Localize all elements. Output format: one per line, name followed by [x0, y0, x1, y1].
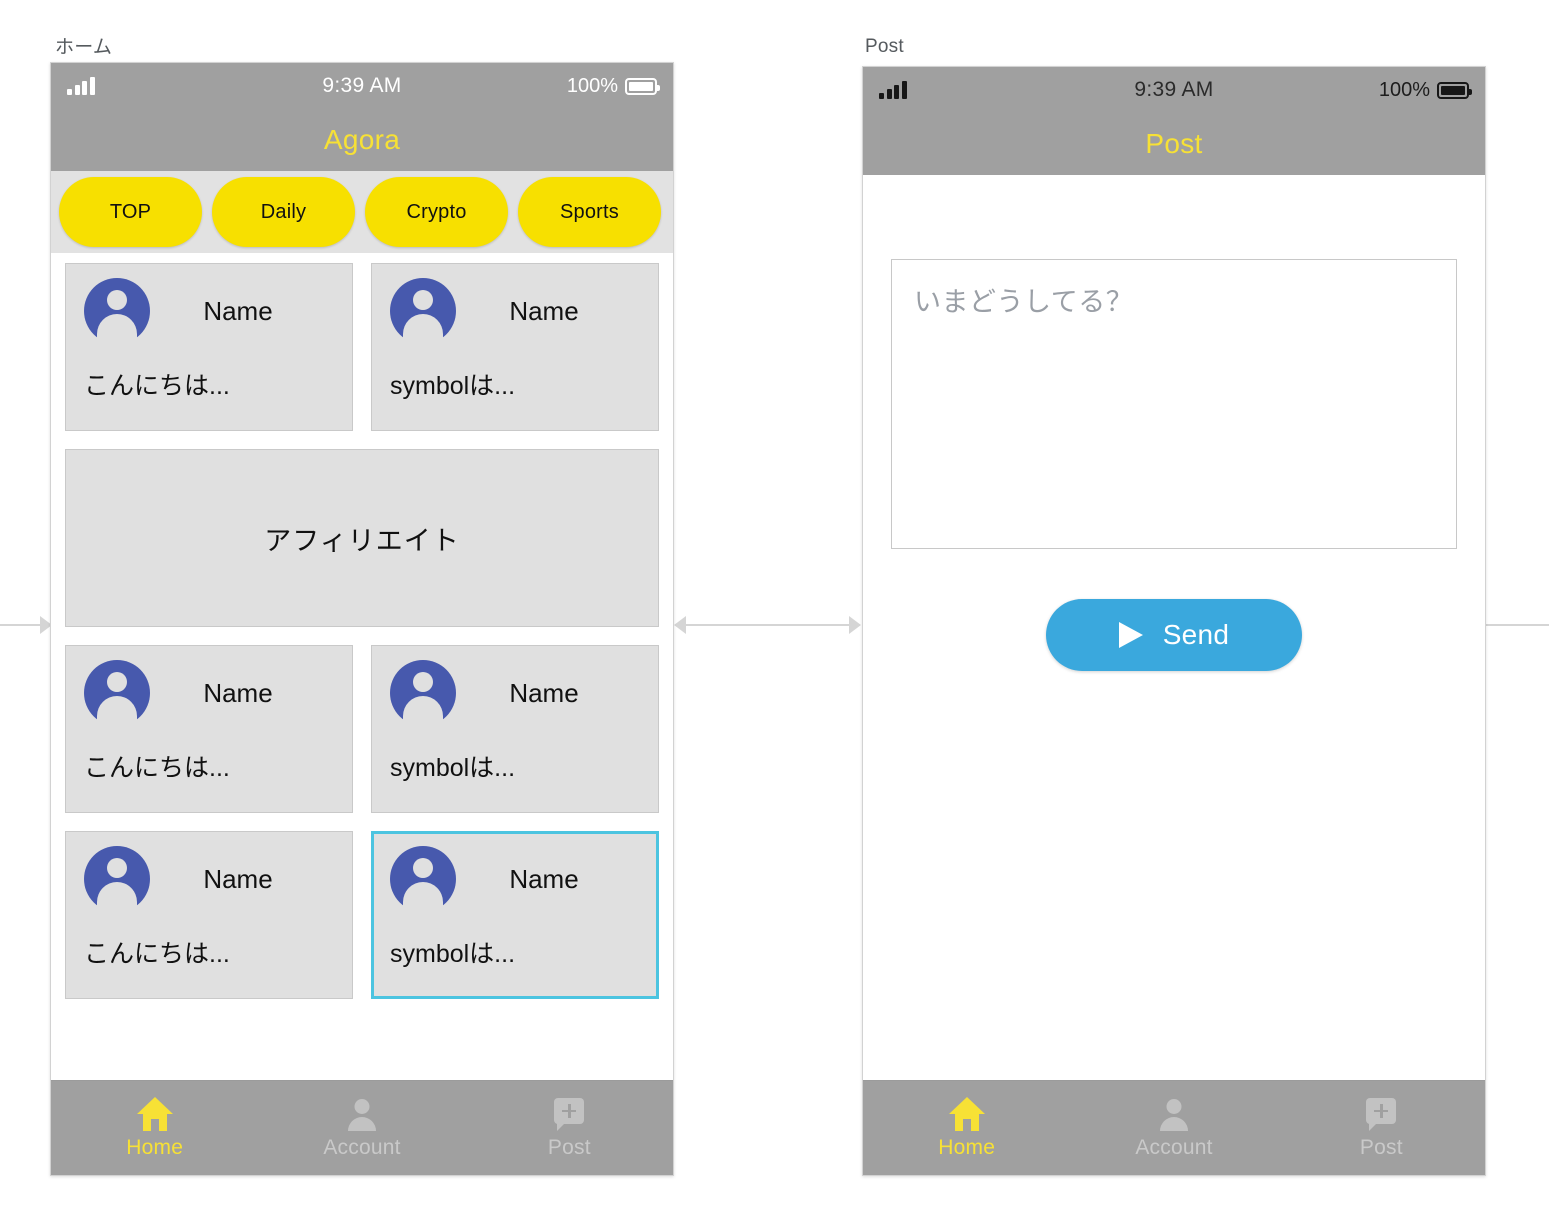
- post-card-body: こんにちは...: [84, 940, 230, 968]
- status-right-group: 100%: [1378, 78, 1472, 102]
- affiliate-banner[interactable]: アフィリエイト: [65, 449, 659, 627]
- post-author-name: Name: [203, 863, 273, 894]
- post-card-selected[interactable]: Name symbolは...: [371, 831, 659, 999]
- status-bar-home: 9:39 AM 100%: [51, 63, 673, 109]
- bottom-tab-label: Home: [938, 1135, 996, 1159]
- compose-area: いまどうしてる？ Send: [863, 175, 1485, 1080]
- avatar-icon: [84, 278, 150, 344]
- post-card-header: Name: [390, 846, 640, 912]
- post-author-name: Name: [509, 295, 579, 326]
- bottom-tab-label: Account: [1135, 1135, 1213, 1159]
- post-card-header: Name: [84, 846, 334, 912]
- avatar-icon: [390, 278, 456, 344]
- account-icon: [1156, 1097, 1192, 1131]
- nav-header-home: Agora: [51, 109, 673, 171]
- post-card-row: Name こんにちは... Name symbolは...: [65, 263, 659, 431]
- send-button-label: Send: [1162, 619, 1230, 650]
- category-tab-label: TOP: [109, 200, 152, 223]
- connector-arrow-into-home: [0, 616, 52, 634]
- bottom-tab-home[interactable]: Home: [51, 1097, 258, 1160]
- home-icon: [137, 1097, 173, 1131]
- post-card-header: Name: [390, 278, 640, 344]
- post-author-name: Name: [203, 677, 273, 708]
- post-card-header: Name: [84, 660, 334, 726]
- post-card-header: Name: [84, 278, 334, 344]
- bottom-tab-home[interactable]: Home: [863, 1097, 1070, 1160]
- send-button-wrap: Send: [891, 599, 1457, 671]
- battery-icon: [625, 77, 660, 95]
- post-author-name: Name: [203, 295, 273, 326]
- account-icon: [344, 1097, 380, 1131]
- battery-icon: [1437, 81, 1472, 99]
- avatar-icon: [84, 846, 150, 912]
- app-title: Agora: [323, 124, 401, 155]
- avatar-icon: [390, 660, 456, 726]
- phone-screen-home: 9:39 AM 100% Agora TOP Daily Crypto Spor…: [50, 62, 674, 1176]
- post-card-row: Name こんにちは... Name symbolは...: [65, 831, 659, 999]
- connector-line-out-post: [1484, 624, 1549, 626]
- post-card-body: こんにちは...: [84, 372, 230, 400]
- connector-arrow-home-post: [674, 616, 861, 634]
- post-card-header: Name: [390, 660, 640, 726]
- bottom-tab-bar-post: Home Account Post: [863, 1080, 1485, 1175]
- signal-bars-icon: [879, 81, 907, 99]
- phone-screen-post: 9:39 AM 100% Post いまどうしてる？ Send Home Acc…: [862, 66, 1486, 1176]
- post-card[interactable]: Name こんにちは...: [65, 263, 353, 431]
- post-feed: Name こんにちは... Name symbolは... アフィリエイト Na…: [51, 253, 673, 1080]
- home-icon: [949, 1097, 985, 1131]
- compose-placeholder: いまどうしてる？: [914, 287, 1134, 317]
- page-title: Post: [1145, 128, 1203, 159]
- category-tab-strip[interactable]: TOP Daily Crypto Sports: [51, 171, 673, 253]
- nav-header-post: Post: [863, 113, 1485, 175]
- avatar-icon: [390, 846, 456, 912]
- post-card-body: symbolは...: [390, 372, 516, 400]
- category-tab-top[interactable]: TOP: [59, 177, 202, 247]
- screen-label-post: Post: [865, 36, 904, 57]
- post-icon: [551, 1097, 587, 1131]
- post-card-body: symbolは...: [390, 754, 516, 782]
- bottom-tab-label: Account: [323, 1135, 401, 1159]
- post-card-body: こんにちは...: [84, 754, 230, 782]
- status-bar-post: 9:39 AM 100%: [863, 67, 1485, 113]
- battery-percent-label: 100%: [566, 74, 618, 97]
- signal-bars-icon: [67, 77, 95, 95]
- category-tab-label: Sports: [559, 200, 619, 223]
- post-card[interactable]: Name こんにちは...: [65, 645, 353, 813]
- bottom-tab-account[interactable]: Account: [258, 1097, 465, 1160]
- bottom-tab-label: Post: [1359, 1135, 1403, 1159]
- post-author-name: Name: [509, 863, 579, 894]
- send-icon: [1118, 622, 1143, 648]
- compose-textarea[interactable]: いまどうしてる？: [891, 259, 1457, 549]
- bottom-tab-label: Post: [547, 1135, 591, 1159]
- bottom-tab-post[interactable]: Post: [1278, 1097, 1485, 1160]
- post-author-name: Name: [509, 677, 579, 708]
- category-tab-crypto[interactable]: Crypto: [365, 177, 508, 247]
- flow-canvas: ホーム Post 9:39 AM 100% Agora TOP Daily Cr…: [0, 0, 1549, 1228]
- post-icon: [1363, 1097, 1399, 1131]
- screen-label-home: ホーム: [55, 37, 113, 58]
- battery-percent-label: 100%: [1378, 78, 1430, 101]
- send-button[interactable]: Send: [1046, 599, 1302, 671]
- post-card-row: Name こんにちは... Name symbolは...: [65, 645, 659, 813]
- post-card-body: symbolは...: [390, 940, 516, 968]
- category-tab-sports[interactable]: Sports: [518, 177, 661, 247]
- avatar-icon: [84, 660, 150, 726]
- post-card[interactable]: Name symbolは...: [371, 645, 659, 813]
- post-card[interactable]: Name こんにちは...: [65, 831, 353, 999]
- category-tab-label: Crypto: [406, 200, 467, 223]
- bottom-tab-account[interactable]: Account: [1070, 1097, 1277, 1160]
- affiliate-banner-label: アフィリエイト: [264, 525, 460, 556]
- bottom-tab-bar-home: Home Account Post: [51, 1080, 673, 1175]
- category-tab-daily[interactable]: Daily: [212, 177, 355, 247]
- status-right-group: 100%: [566, 74, 660, 98]
- post-card[interactable]: Name symbolは...: [371, 263, 659, 431]
- category-tab-label: Daily: [260, 200, 307, 223]
- bottom-tab-label: Home: [126, 1135, 184, 1159]
- bottom-tab-post[interactable]: Post: [466, 1097, 673, 1160]
